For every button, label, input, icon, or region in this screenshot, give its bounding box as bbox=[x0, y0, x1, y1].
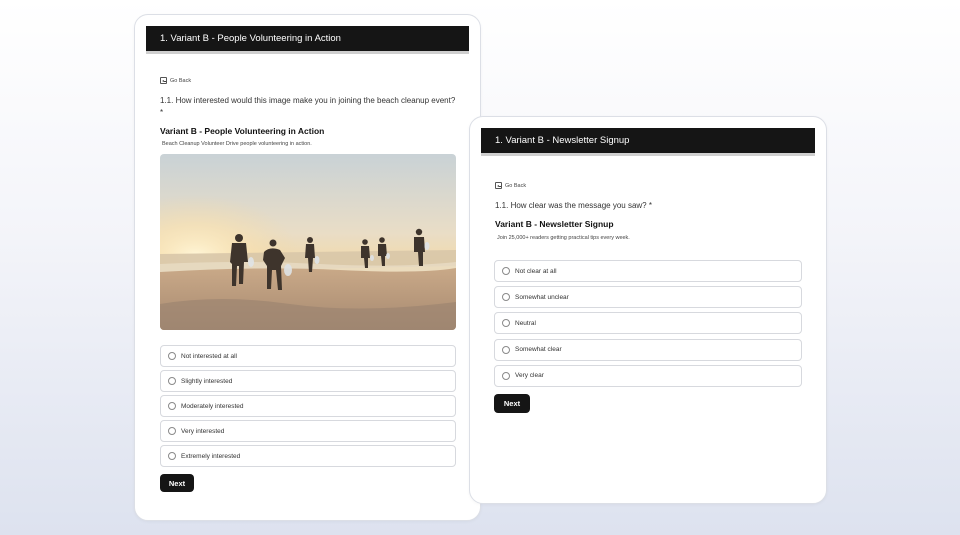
go-back-link[interactable]: Go Back bbox=[495, 182, 526, 189]
option-moderately-interested[interactable]: Moderately interested bbox=[160, 395, 456, 417]
card-header-title: 1. Variant B - People Volunteering in Ac… bbox=[160, 33, 341, 44]
go-back-label: Go Back bbox=[505, 182, 527, 189]
radio-circle-icon[interactable] bbox=[168, 377, 176, 385]
option-not-clear[interactable]: Not clear at all bbox=[494, 260, 802, 282]
next-button[interactable]: Next bbox=[160, 474, 194, 492]
option-slightly-interested[interactable]: Slightly interested bbox=[160, 370, 456, 392]
next-button[interactable]: Next bbox=[494, 394, 530, 413]
card-header: 1. Variant B - Newsletter Signup bbox=[481, 128, 815, 153]
variant-title: Variant B - People Volunteering in Actio… bbox=[160, 126, 325, 136]
option-somewhat-clear[interactable]: Somewhat clear bbox=[494, 338, 802, 361]
option-neutral[interactable]: Neutral bbox=[494, 312, 802, 335]
option-label: Somewhat clear bbox=[515, 346, 562, 354]
radio-circle-icon[interactable] bbox=[502, 267, 510, 275]
survey-card-beach-cleanup: 1. Variant B - People Volunteering in Ac… bbox=[134, 14, 481, 521]
variant-description: Join 25,000+ readers getting practical t… bbox=[497, 235, 630, 241]
radio-circle-icon[interactable] bbox=[168, 352, 176, 360]
option-label: Extremely interested bbox=[181, 452, 241, 460]
option-label: Slightly interested bbox=[181, 377, 233, 385]
beach-volunteers-photo bbox=[160, 154, 456, 330]
radio-circle-icon[interactable] bbox=[168, 452, 176, 460]
option-label: Not clear at all bbox=[515, 267, 557, 275]
answer-options: Not interested at all Slightly intereste… bbox=[160, 345, 456, 470]
arrow-left-box-icon bbox=[495, 182, 502, 189]
option-label: Very clear bbox=[515, 372, 544, 380]
go-back-label: Go Back bbox=[170, 77, 192, 84]
radio-circle-icon[interactable] bbox=[168, 402, 176, 410]
radio-circle-icon[interactable] bbox=[502, 293, 510, 302]
option-somewhat-unclear[interactable]: Somewhat unclear bbox=[494, 286, 802, 309]
variant-title: Variant B - Newsletter Signup bbox=[495, 219, 614, 229]
question-text: 1.1. How clear was the message you saw? … bbox=[495, 201, 652, 210]
card-header: 1. Variant B - People Volunteering in Ac… bbox=[146, 26, 469, 51]
option-label: Somewhat unclear bbox=[515, 293, 569, 301]
radio-circle-icon[interactable] bbox=[502, 345, 510, 354]
radio-circle-icon[interactable] bbox=[502, 319, 510, 328]
option-not-interested[interactable]: Not interested at all bbox=[160, 345, 456, 367]
arrow-left-box-icon bbox=[160, 77, 167, 84]
option-label: Neutral bbox=[515, 319, 536, 327]
answer-options: Not clear at all Somewhat unclear Neutra… bbox=[494, 260, 802, 391]
question-text: 1.1. How interested would this image mak… bbox=[160, 96, 456, 117]
option-very-interested[interactable]: Very interested bbox=[160, 420, 456, 442]
radio-circle-icon[interactable] bbox=[502, 371, 510, 380]
option-label: Not interested at all bbox=[181, 352, 238, 360]
option-extremely-interested[interactable]: Extremely interested bbox=[160, 445, 456, 467]
go-back-link[interactable]: Go Back bbox=[160, 77, 191, 84]
option-label: Moderately interested bbox=[181, 402, 244, 410]
card-header-title: 1. Variant B - Newsletter Signup bbox=[495, 135, 630, 146]
radio-circle-icon[interactable] bbox=[168, 427, 176, 435]
option-label: Very interested bbox=[181, 427, 225, 435]
survey-card-newsletter: 1. Variant B - Newsletter Signup Go Back… bbox=[469, 116, 827, 504]
variant-description: Beach Cleanup Volunteer Drive people vol… bbox=[162, 141, 312, 147]
option-very-clear[interactable]: Very clear bbox=[494, 364, 802, 387]
